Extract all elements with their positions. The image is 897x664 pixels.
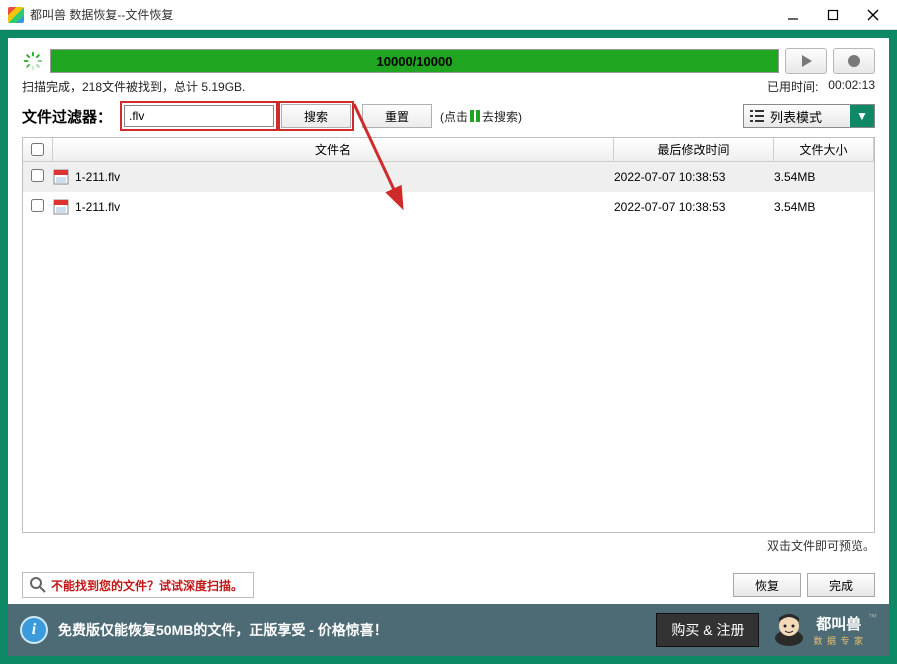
scan-summary: 扫描完成，218文件被找到，总计 5.19GB. xyxy=(22,78,245,95)
row-checkbox[interactable] xyxy=(31,199,44,212)
progress-row: 10000/10000 xyxy=(22,48,875,74)
file-size: 3.54MB xyxy=(774,170,866,184)
header-size[interactable]: 文件大小 xyxy=(774,138,874,162)
promo-bar: i 免费版仅能恢复50MB的文件，正版享受 - 价格惊喜！ 购买 & 注册 都叫… xyxy=(8,604,889,656)
view-mode-label: 列表模式 xyxy=(770,107,850,126)
recover-button[interactable]: 恢复 xyxy=(733,573,801,597)
status-row: 扫描完成，218文件被找到，总计 5.19GB. 已用时间: 00:02:13 xyxy=(22,78,875,95)
select-all-checkbox[interactable] xyxy=(31,143,44,156)
reset-button[interactable]: 重置 xyxy=(362,104,432,128)
play-button[interactable] xyxy=(785,48,827,74)
minimize-button[interactable] xyxy=(773,0,813,30)
table-header: 文件名 最后修改时间 文件大小 xyxy=(23,138,874,162)
table-row[interactable]: 1-211.flv 2022-07-07 10:38:53 3.54MB xyxy=(23,192,874,222)
table-row[interactable]: 1-211.flv 2022-07-07 10:38:53 3.54MB xyxy=(23,162,874,192)
elapsed-label: 已用时间: xyxy=(767,78,818,95)
maximize-button[interactable] xyxy=(813,0,853,30)
progress-text: 10000/10000 xyxy=(377,54,453,69)
deep-scan-link[interactable]: 不能找到您的文件？试试深度扫描。 xyxy=(22,572,254,598)
done-button[interactable]: 完成 xyxy=(807,573,875,597)
buy-register-button[interactable]: 购买 & 注册 xyxy=(656,613,759,647)
bars-icon xyxy=(470,110,480,122)
filter-label: 文件过滤器： xyxy=(22,106,112,127)
close-button[interactable] xyxy=(853,0,893,30)
filter-row: 文件过滤器： 搜索 重置 (点击 去搜索) 列表模式 ▼ xyxy=(22,101,875,131)
main-frame: 10000/10000 扫描完成，218文件被找到，总计 5.19GB. 已用时… xyxy=(0,30,897,664)
file-table: 文件名 最后修改时间 文件大小 1-211.flv 2022-07-07 10:… xyxy=(22,137,875,533)
magnifier-icon xyxy=(29,576,47,594)
window-title: 都叫兽 数据恢复--文件恢复 xyxy=(30,6,773,23)
header-name[interactable]: 文件名 xyxy=(53,138,614,162)
search-hint: (点击 去搜索) xyxy=(440,108,522,125)
header-time[interactable]: 最后修改时间 xyxy=(614,138,774,162)
preview-hint: 双击文件即可预览。 xyxy=(22,537,875,554)
info-icon: i xyxy=(20,616,48,644)
list-icon xyxy=(744,110,770,122)
mascot-icon xyxy=(769,612,809,648)
view-mode-select[interactable]: 列表模式 ▼ xyxy=(743,104,875,128)
header-checkbox-col xyxy=(23,138,53,162)
elapsed-value: 00:02:13 xyxy=(828,78,875,95)
app-icon xyxy=(8,7,24,23)
spinner-icon xyxy=(22,50,44,72)
file-time: 2022-07-07 10:38:53 xyxy=(614,170,774,184)
brand-name: 都叫兽 xyxy=(816,613,861,634)
search-button[interactable]: 搜索 xyxy=(281,104,351,128)
progress-bar: 10000/10000 xyxy=(50,49,779,73)
bottom-action-row: 不能找到您的文件？试试深度扫描。 恢复 完成 xyxy=(22,572,875,598)
file-name: 1-211.flv xyxy=(75,200,614,214)
file-time: 2022-07-07 10:38:53 xyxy=(614,200,774,214)
file-icon xyxy=(53,199,69,215)
deep-scan-text: 不能找到您的文件？试试深度扫描。 xyxy=(51,577,243,594)
table-body: 1-211.flv 2022-07-07 10:38:53 3.54MB 1-2… xyxy=(23,162,874,532)
promo-message: 免费版仅能恢复50MB的文件，正版享受 - 价格惊喜！ xyxy=(58,620,646,640)
stop-button[interactable] xyxy=(833,48,875,74)
row-checkbox[interactable] xyxy=(31,169,44,182)
file-name: 1-211.flv xyxy=(75,170,614,184)
file-size: 3.54MB xyxy=(774,200,866,214)
filter-input[interactable] xyxy=(124,105,274,127)
title-bar: 都叫兽 数据恢复--文件恢复 xyxy=(0,0,897,30)
brand-tagline: 数 据 专 家 xyxy=(813,634,864,647)
file-icon xyxy=(53,169,69,185)
trademark-icon: ™ xyxy=(868,612,877,622)
brand-logo: 都叫兽 数 据 专 家 ™ xyxy=(769,612,877,648)
chevron-down-icon[interactable]: ▼ xyxy=(850,105,874,127)
